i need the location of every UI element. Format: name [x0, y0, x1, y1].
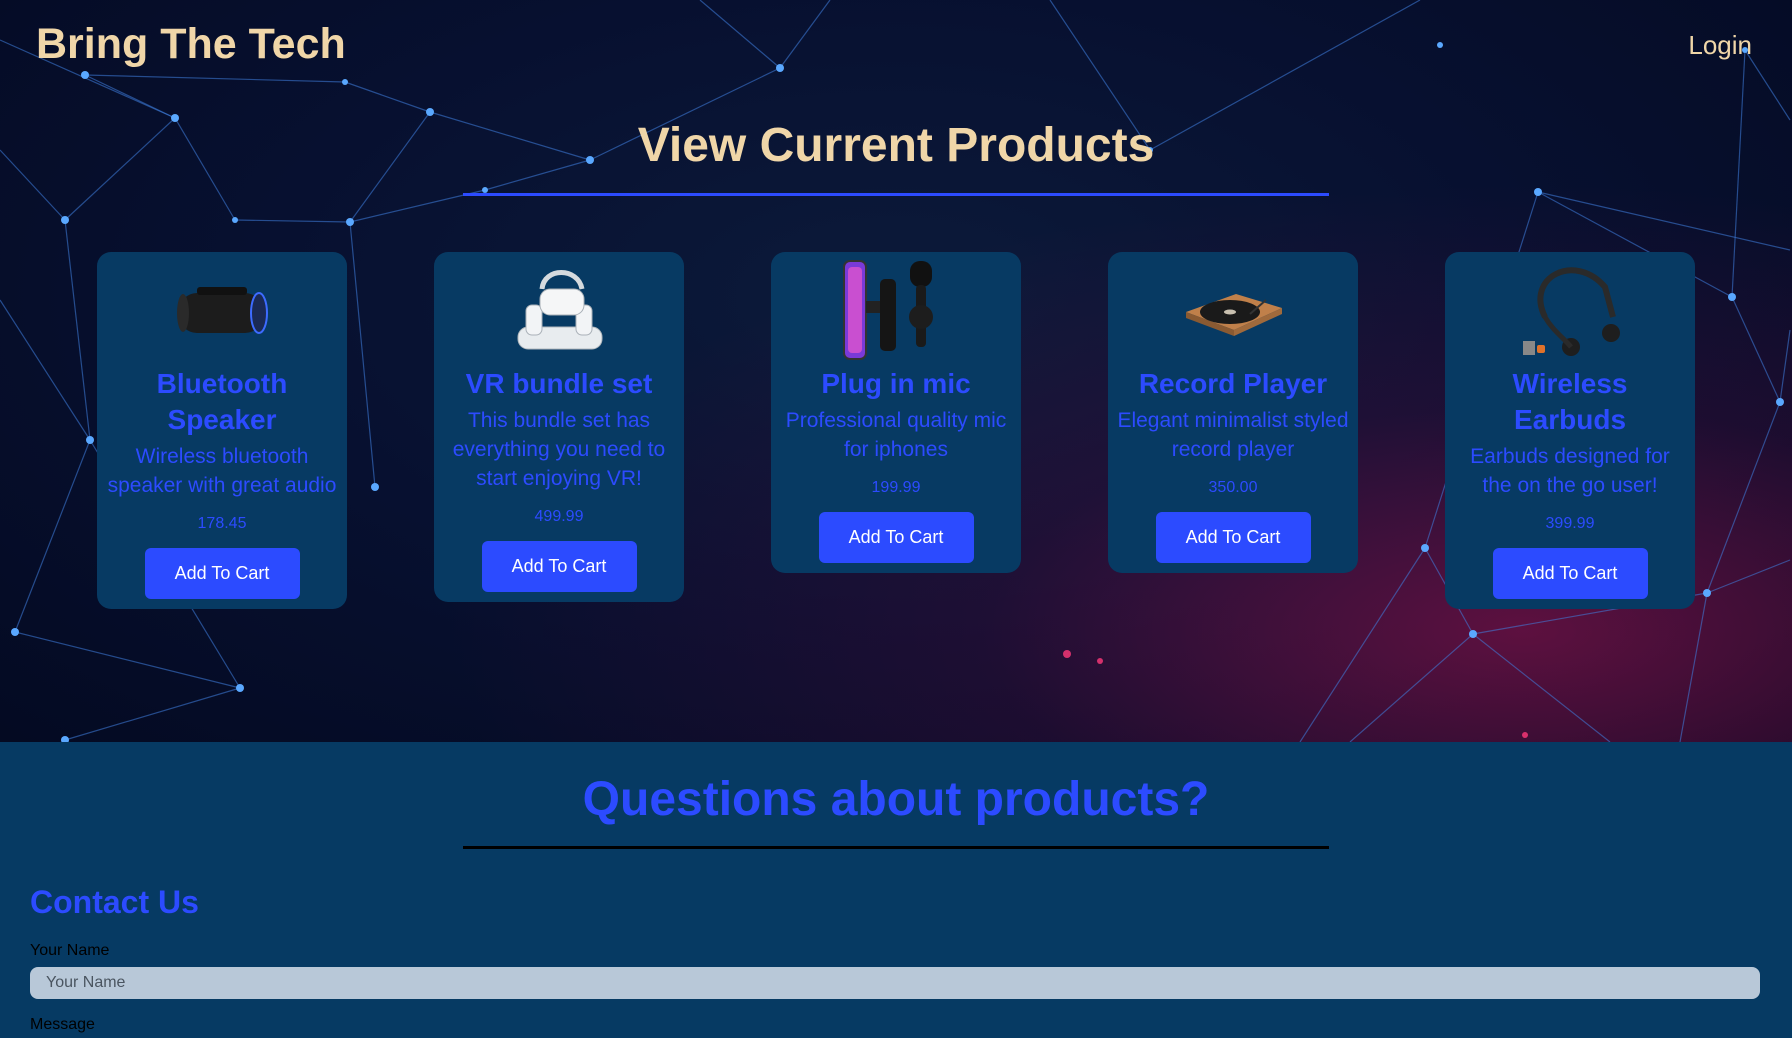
- questions-divider: [463, 846, 1329, 849]
- product-card: Bluetooth Speaker Wireless bluetooth spe…: [97, 252, 347, 609]
- product-card: VR bundle set This bundle set has everyt…: [434, 252, 684, 602]
- product-description: Wireless bluetooth speaker with great au…: [107, 445, 337, 497]
- products-section-title: View Current Products: [637, 119, 1155, 172]
- product-description: Professional quality mic for iphones: [785, 409, 1007, 461]
- add-to-cart-button[interactable]: Add To Cart: [818, 512, 974, 563]
- vr-headset-icon: [442, 252, 676, 366]
- product-name: Wireless Earbuds: [1512, 368, 1628, 435]
- product-description: Earbuds designed for the on the go user!: [1470, 445, 1670, 497]
- product-name: Bluetooth Speaker: [156, 368, 288, 435]
- product-description: This bundle set has everything you need …: [452, 409, 666, 490]
- product-price: 350.00: [1208, 479, 1258, 496]
- microphone-icon: [779, 252, 1013, 366]
- contact-heading: Contact Us: [30, 884, 199, 920]
- product-price: 399.99: [1545, 515, 1595, 532]
- questions-title: Questions about products?: [582, 773, 1210, 826]
- product-name: Plug in mic: [821, 368, 971, 399]
- login-link[interactable]: Login: [1688, 30, 1752, 61]
- add-to-cart-button[interactable]: Add To Cart: [481, 541, 637, 592]
- contact-section: Questions about products? Contact Us You…: [0, 742, 1792, 1038]
- name-field-label: Your Name: [30, 942, 110, 959]
- hero-section: Bring The Tech Login View Current Produc…: [0, 0, 1792, 742]
- product-name: VR bundle set: [465, 368, 653, 399]
- product-card: Plug in mic Professional quality mic for…: [771, 252, 1021, 573]
- name-input[interactable]: [30, 967, 1760, 999]
- product-card: Record Player Elegant minimalist styled …: [1108, 252, 1358, 573]
- title-divider: [463, 193, 1329, 196]
- earbuds-icon: [1453, 252, 1687, 366]
- product-price: 178.45: [197, 515, 247, 532]
- product-description: Elegant minimalist styled record player: [1117, 409, 1349, 461]
- add-to-cart-button[interactable]: Add To Cart: [1492, 548, 1648, 599]
- message-field-label: Message: [30, 1016, 95, 1033]
- add-to-cart-button[interactable]: Add To Cart: [144, 548, 300, 599]
- product-name: Record Player: [1138, 368, 1328, 399]
- brand-logo-text: Bring The Tech: [36, 20, 346, 68]
- record-player-icon: [1116, 252, 1350, 366]
- add-to-cart-button[interactable]: Add To Cart: [1155, 512, 1311, 563]
- product-card: Wireless Earbuds Earbuds designed for th…: [1445, 252, 1695, 609]
- product-price: 199.99: [871, 479, 921, 496]
- bluetooth-speaker-icon: [105, 252, 339, 366]
- product-price: 499.99: [534, 508, 584, 525]
